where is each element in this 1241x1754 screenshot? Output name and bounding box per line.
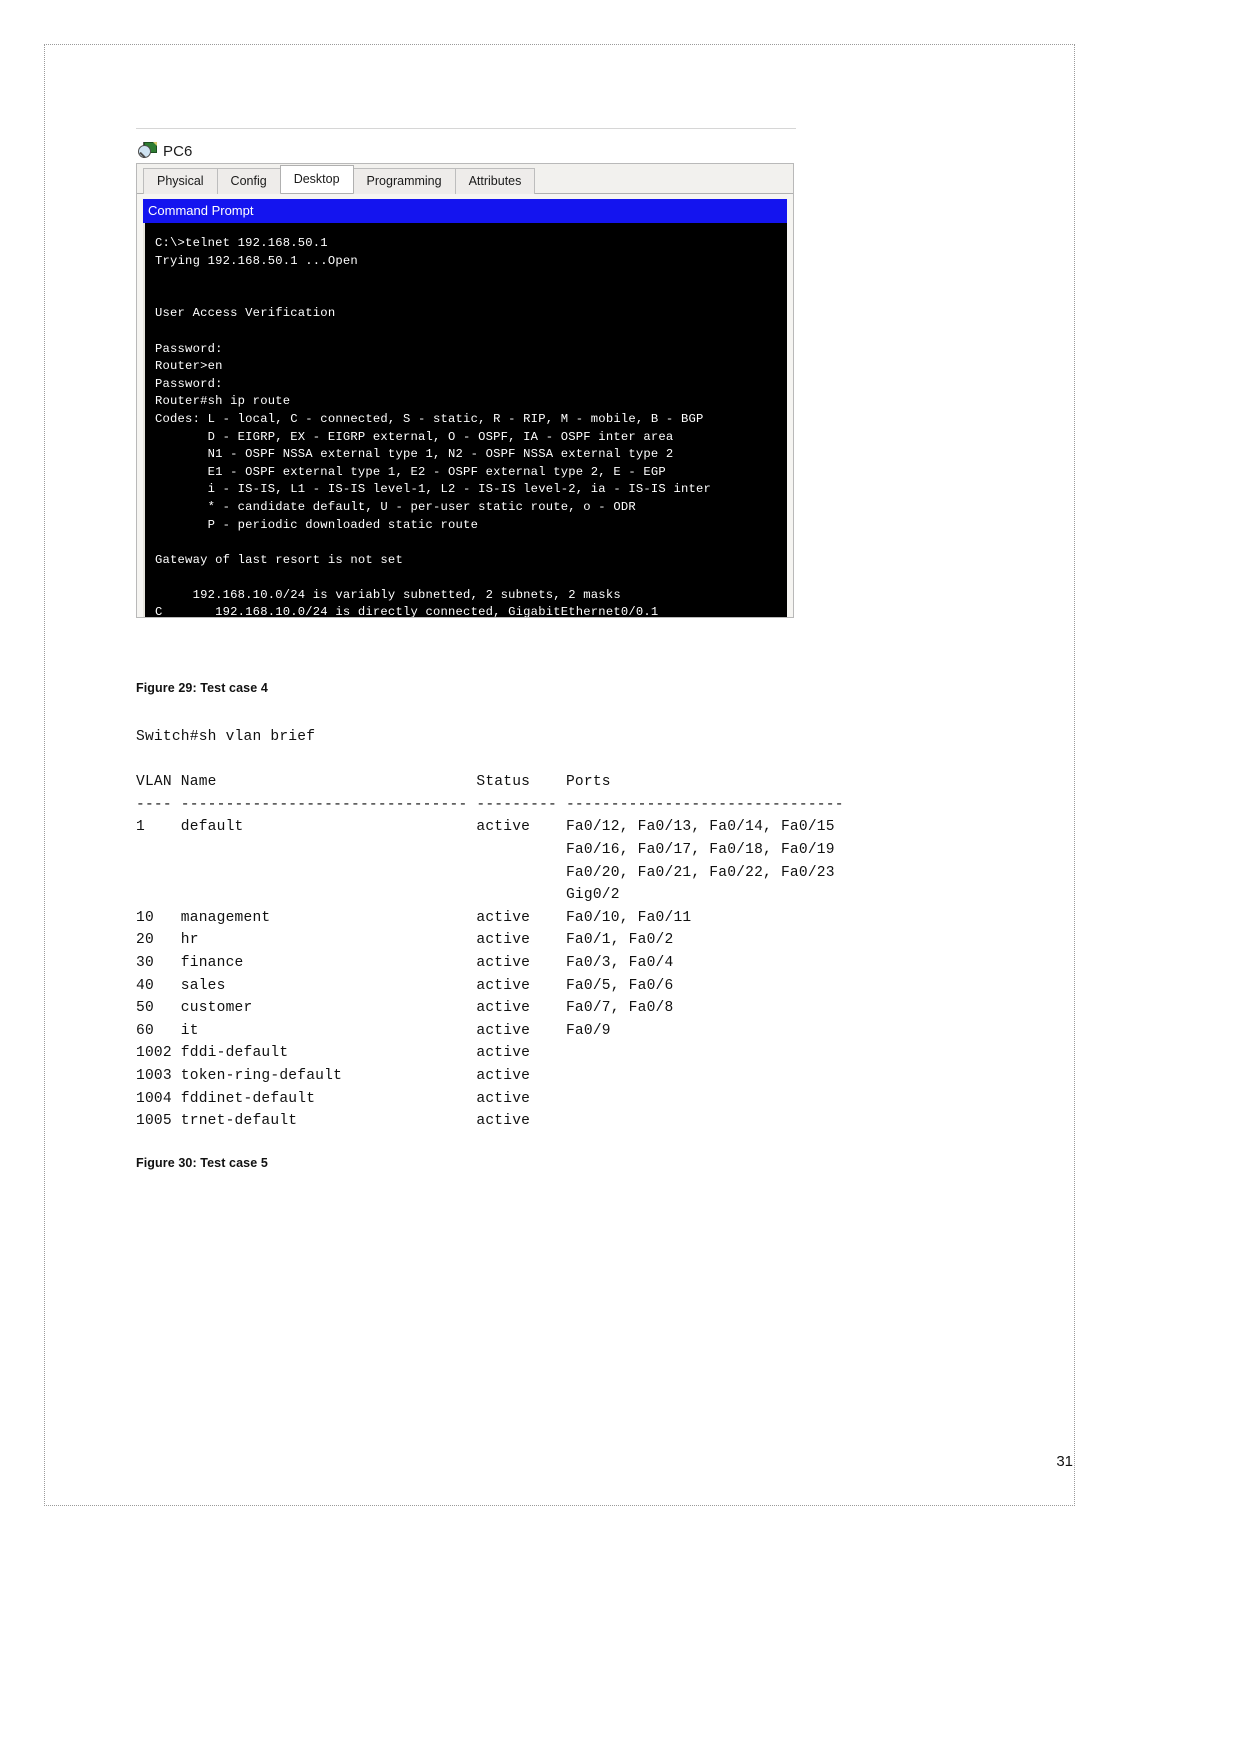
output-line: 20 hr active Fa0/1, Fa0/2 [136,932,674,949]
output-line: 1004 fddinet-default active [136,1090,531,1107]
output-line: i - IS-IS, L1 - IS-IS level-1, L2 - IS-I… [155,482,712,497]
packet-tracer-device-window: PC6 Physical Config Desktop Programming … [136,128,796,618]
figure-30-caption: Figure 30: Test case 5 [136,1156,268,1170]
device-window-body: Physical Config Desktop Programming Attr… [136,163,794,618]
output-line: VLAN Name Status Ports [136,774,611,791]
output-line: 1005 trnet-default active [136,1113,531,1130]
output-line: Gateway of last resort is not set [155,552,403,567]
device-name-label: PC6 [163,142,193,160]
desktop-tab-panel: Command Prompt C:\>telnet 192.168.50.1 Tr… [137,194,793,617]
output-line: ---- -------------------------------- --… [136,796,844,813]
page-number: 31 [1056,1453,1073,1470]
output-line: Password: [155,376,223,391]
output-line: User Access Verification [155,306,336,321]
output-line: D - EIGRP, EX - EIGRP external, O - OSPF… [155,429,674,444]
output-line: Trying 192.168.50.1 ...Open [155,253,358,268]
output-line: Router#sh ip route [155,394,291,409]
output-line: Fa0/20, Fa0/21, Fa0/22, Fa0/23 [136,864,835,881]
output-line: 1003 token-ring-default active [136,1067,531,1084]
output-line: C:\>telnet 192.168.50.1 [155,236,328,250]
output-line: C 192.168.10.0/24 is directly connected,… [155,605,659,617]
output-line: Router>en [155,359,223,374]
output-line: Gig0/2 [136,887,620,904]
output-line: Switch#sh vlan brief [136,729,316,745]
output-line: P - periodic downloaded static route [155,517,479,532]
output-line: 60 it active Fa0/9 [136,1022,611,1039]
output-line: E1 - OSPF external type 1, E2 - OSPF ext… [155,464,666,479]
output-line: Codes: L - local, C - connected, S - sta… [155,411,704,426]
output-line: 192.168.10.0/24 is variably subnetted, 2… [155,587,621,602]
output-line: 10 management active Fa0/10, Fa0/11 [136,909,692,926]
window-top-divider [136,128,796,129]
tab-attributes[interactable]: Attributes [454,168,536,194]
figure-29-caption: Figure 29: Test case 4 [136,681,268,695]
command-prompt-titlebar: Command Prompt [143,199,787,223]
output-line: 1002 fddi-default active [136,1045,531,1062]
device-tab-strip: Physical Config Desktop Programming Attr… [137,164,793,194]
device-window-titlebar: PC6 [136,139,796,163]
tab-desktop[interactable]: Desktop [279,165,354,193]
output-line: 30 finance active Fa0/3, Fa0/4 [136,954,674,971]
output-line: N1 - OSPF NSSA external type 1, N2 - OSP… [155,447,674,462]
packet-tracer-device-icon [138,142,157,160]
vlan-brief-output: Switch#sh vlan brief VLAN Name Status Po… [136,726,844,1133]
tab-physical[interactable]: Physical [143,168,218,194]
output-line: Password: [155,341,223,356]
tab-config[interactable]: Config [216,168,281,194]
command-prompt-output[interactable]: C:\>telnet 192.168.50.1 Trying 192.168.50… [143,223,787,617]
output-line: 50 customer active Fa0/7, Fa0/8 [136,1000,674,1017]
document-page: PC6 Physical Config Desktop Programming … [0,0,1241,1754]
output-line: 1 default active Fa0/12, Fa0/13, Fa0/14,… [136,819,835,836]
tab-programming[interactable]: Programming [352,168,456,194]
output-line: 40 sales active Fa0/5, Fa0/6 [136,977,674,994]
output-line: * - candidate default, U - per-user stat… [155,499,636,514]
output-line: Fa0/16, Fa0/17, Fa0/18, Fa0/19 [136,841,835,858]
